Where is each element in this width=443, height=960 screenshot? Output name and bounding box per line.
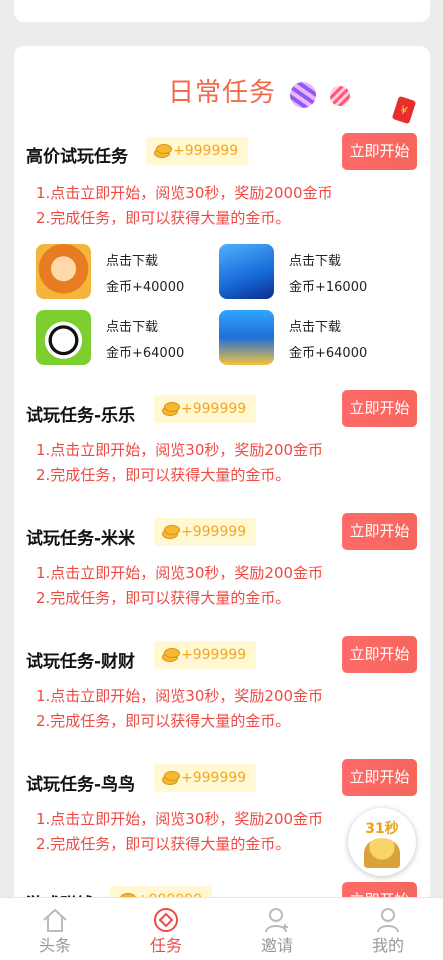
coin-reward-value: +999999 bbox=[181, 524, 247, 540]
app-coin-reward: 金币+64000 bbox=[289, 346, 368, 361]
daily-tasks-card: 日常任务 ¥ 高价试玩任务 +999999 立即开始 1.点击立即开始，阅览30… bbox=[14, 46, 430, 926]
task-description-2: 2.完成任务，即可以获得大量的金币。 bbox=[36, 466, 291, 484]
task-description-1: 1.点击立即开始，阅览30秒，奖励200金币 bbox=[36, 810, 324, 828]
coin-icon bbox=[162, 525, 180, 539]
app-coin-reward: 金币+16000 bbox=[289, 280, 368, 295]
task-title: 试玩任务-米米 bbox=[26, 529, 136, 549]
task-title: 试玩任务-财财 bbox=[26, 652, 136, 672]
nav-item-invite[interactable]: 邀请 bbox=[222, 898, 332, 960]
app-coin-reward: 金币+40000 bbox=[106, 280, 185, 295]
task-description-1: 1.点击立即开始，阅览30秒，奖励200金币 bbox=[36, 687, 324, 705]
task-title: 试玩任务-乐乐 bbox=[26, 406, 136, 426]
money-tree-icon bbox=[364, 838, 400, 868]
candy-icon bbox=[330, 86, 350, 106]
download-link[interactable]: 点击下载 bbox=[289, 250, 341, 269]
coin-reward-value: +999999 bbox=[173, 143, 239, 159]
coin-reward-badge: +999999 bbox=[154, 518, 257, 546]
shark-game-app-icon bbox=[219, 310, 274, 365]
nav-label: 头条 bbox=[38, 936, 71, 955]
download-link[interactable]: 点击下载 bbox=[106, 250, 158, 269]
fish-game-app-icon bbox=[219, 244, 274, 299]
start-button[interactable]: 立即开始 bbox=[342, 133, 417, 170]
task-section: 试玩任务-财财 +999999 立即开始 1.点击立即开始，阅览30秒，奖励20… bbox=[14, 636, 430, 746]
nav-item-tasks[interactable]: 任务 bbox=[111, 898, 221, 960]
nav-item-profile[interactable]: 我的 bbox=[333, 898, 443, 960]
coin-icon bbox=[154, 144, 172, 158]
panda-game-app-icon bbox=[36, 310, 91, 365]
app-list: 点击下载 金币+40000 点击下载 金币+16000 点击下载 金币+6400… bbox=[36, 244, 416, 374]
task-title: 高价试玩任务 bbox=[26, 147, 128, 167]
nav-label: 任务 bbox=[149, 936, 182, 955]
download-link[interactable]: 点击下载 bbox=[289, 316, 341, 335]
home-icon bbox=[43, 908, 67, 932]
invite-icon bbox=[265, 908, 288, 933]
start-button[interactable]: 立即开始 bbox=[342, 759, 417, 796]
task-section: 试玩任务-米米 +999999 立即开始 1.点击立即开始，阅览30秒，奖励20… bbox=[14, 513, 430, 623]
bottom-nav: 头条 任务 邀请 我的 bbox=[0, 897, 443, 960]
app-item[interactable]: 点击下载 金币+16000 bbox=[219, 244, 399, 300]
previous-card bbox=[14, 0, 430, 22]
download-link[interactable]: 点击下载 bbox=[106, 316, 158, 335]
app-item[interactable]: 点击下载 金币+64000 bbox=[36, 310, 216, 366]
task-description-1: 1.点击立即开始，阅览30秒，奖励2000金币 bbox=[36, 184, 333, 202]
nav-label: 邀请 bbox=[260, 936, 293, 955]
start-button[interactable]: 立即开始 bbox=[342, 390, 417, 427]
task-description-1: 1.点击立即开始，阅览30秒，奖励200金币 bbox=[36, 441, 324, 459]
start-button[interactable]: 立即开始 bbox=[342, 513, 417, 550]
start-button[interactable]: 立即开始 bbox=[342, 636, 417, 673]
task-icon bbox=[154, 908, 178, 932]
coin-reward-value: +999999 bbox=[181, 770, 247, 786]
task-description-1: 1.点击立即开始，阅览30秒，奖励200金币 bbox=[36, 564, 324, 582]
floating-reward-timer[interactable]: 31秒 bbox=[348, 808, 416, 876]
coin-reward-badge: +999999 bbox=[154, 395, 257, 423]
page-title: 日常任务 bbox=[167, 78, 276, 108]
task-description-2: 2.完成任务，即可以获得大量的金币。 bbox=[36, 209, 291, 227]
task-description-2: 2.完成任务，即可以获得大量的金币。 bbox=[36, 589, 291, 607]
coin-reward-badge: +999999 bbox=[146, 137, 249, 165]
app-item[interactable]: 点击下载 金币+40000 bbox=[36, 244, 216, 300]
nav-item-home[interactable]: 头条 bbox=[0, 898, 110, 960]
coin-reward-badge: +999999 bbox=[154, 641, 257, 669]
coin-reward-badge: +999999 bbox=[154, 764, 257, 792]
timer-text: 31秒 bbox=[365, 821, 399, 837]
app-coin-reward: 金币+64000 bbox=[106, 346, 185, 361]
task-description-2: 2.完成任务，即可以获得大量的金币。 bbox=[36, 712, 291, 730]
coin-icon bbox=[162, 648, 180, 662]
task-title: 试玩任务-鸟鸟 bbox=[26, 775, 136, 795]
coin-icon bbox=[162, 402, 180, 416]
nav-label: 我的 bbox=[371, 936, 404, 955]
coin-icon bbox=[162, 771, 180, 785]
task-description-2: 2.完成任务，即可以获得大量的金币。 bbox=[36, 835, 291, 853]
coin-reward-value: +999999 bbox=[181, 647, 247, 663]
task-section: 试玩任务-乐乐 +999999 立即开始 1.点击立即开始，阅览30秒，奖励20… bbox=[14, 390, 430, 500]
game-app-icon bbox=[36, 244, 91, 299]
coin-reward-value: +999999 bbox=[181, 401, 247, 417]
profile-icon bbox=[377, 908, 399, 933]
app-item[interactable]: 点击下载 金币+64000 bbox=[219, 310, 399, 366]
